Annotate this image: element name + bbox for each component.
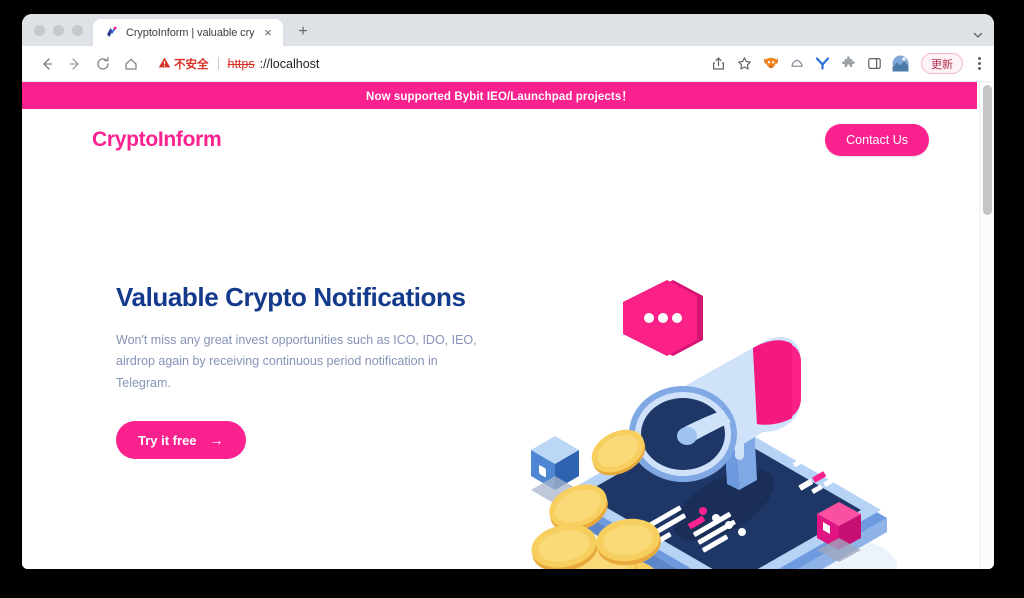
tab-strip: CryptoInform | valuable crypto × + xyxy=(22,14,994,46)
url-scheme: https xyxy=(227,56,255,71)
url-host: ://localhost xyxy=(259,56,320,71)
security-label: 不安全 xyxy=(174,58,209,71)
page-title: Valuable Crypto Notifications xyxy=(116,282,466,312)
tabstrip-right-area xyxy=(969,26,994,46)
page-scrollbar-thumb[interactable] xyxy=(983,85,992,215)
browser-tab[interactable]: CryptoInform | valuable crypto × xyxy=(93,19,283,46)
site-logo[interactable]: CryptoInform xyxy=(92,128,222,152)
hero-section: Valuable Crypto Notifications Won't miss… xyxy=(22,171,977,569)
browser-toolbar: 不安全 https ://localhost 更新 xyxy=(22,46,994,82)
hero-text-block: Valuable Crypto Notifications Won't miss… xyxy=(22,171,492,569)
side-panel-icon[interactable] xyxy=(866,55,883,72)
hero-subtitle: Won't miss any great invest opportunitie… xyxy=(116,332,477,390)
try-it-free-label: Try it free xyxy=(138,432,197,448)
address-bar[interactable]: 不安全 https ://localhost xyxy=(146,51,700,77)
profile-avatar-icon[interactable] xyxy=(892,55,909,72)
close-window-button[interactable] xyxy=(34,24,45,36)
toolbar-icon-group: 更新 xyxy=(702,53,986,74)
home-button[interactable] xyxy=(118,51,144,77)
metamask-fox-icon[interactable] xyxy=(762,55,779,72)
update-button-label: 更新 xyxy=(931,58,953,71)
omnibox-divider xyxy=(217,57,219,70)
try-it-free-button[interactable]: Try it free → xyxy=(116,421,246,460)
contact-us-button[interactable]: Contact Us xyxy=(825,124,929,156)
bookmark-star-icon[interactable] xyxy=(736,55,753,72)
yandex-y-icon[interactable] xyxy=(814,55,831,72)
page-content: Now supported Bybit IEO/Launchpad projec… xyxy=(22,82,977,569)
forward-button[interactable] xyxy=(62,51,88,77)
tabstrip-chevron-down-icon[interactable] xyxy=(969,26,986,43)
announcement-banner[interactable]: Now supported Bybit IEO/Launchpad projec… xyxy=(22,82,977,109)
update-button[interactable]: 更新 xyxy=(921,53,963,74)
not-secure-indicator[interactable]: 不安全 xyxy=(158,56,209,72)
warning-triangle-icon xyxy=(158,56,171,72)
browser-menu-button[interactable] xyxy=(972,57,986,70)
megaphone-phone-coins-illustration xyxy=(517,266,917,569)
announcement-text: Now supported Bybit IEO/Launchpad projec… xyxy=(366,90,633,103)
new-tab-button[interactable]: + xyxy=(290,19,316,45)
minimize-window-button[interactable] xyxy=(53,24,64,36)
site-header: CryptoInform Contact Us xyxy=(22,109,977,171)
tab-title: CryptoInform | valuable crypto xyxy=(126,26,254,39)
browser-window: CryptoInform | valuable crypto × + xyxy=(22,14,994,569)
back-button[interactable] xyxy=(34,51,60,77)
page-viewport: Now supported Bybit IEO/Launchpad projec… xyxy=(22,82,994,569)
share-icon[interactable] xyxy=(710,55,727,72)
window-traffic-lights xyxy=(30,14,93,46)
maximize-window-button[interactable] xyxy=(72,24,83,36)
site-favicon-icon xyxy=(104,25,119,40)
extensions-puzzle-icon[interactable] xyxy=(840,55,857,72)
tab-close-icon[interactable]: × xyxy=(261,26,275,39)
reload-button[interactable] xyxy=(90,51,116,77)
cloud-icon[interactable] xyxy=(788,55,805,72)
page-scrollbar[interactable] xyxy=(979,82,994,569)
arrow-right-icon: → xyxy=(209,432,224,449)
